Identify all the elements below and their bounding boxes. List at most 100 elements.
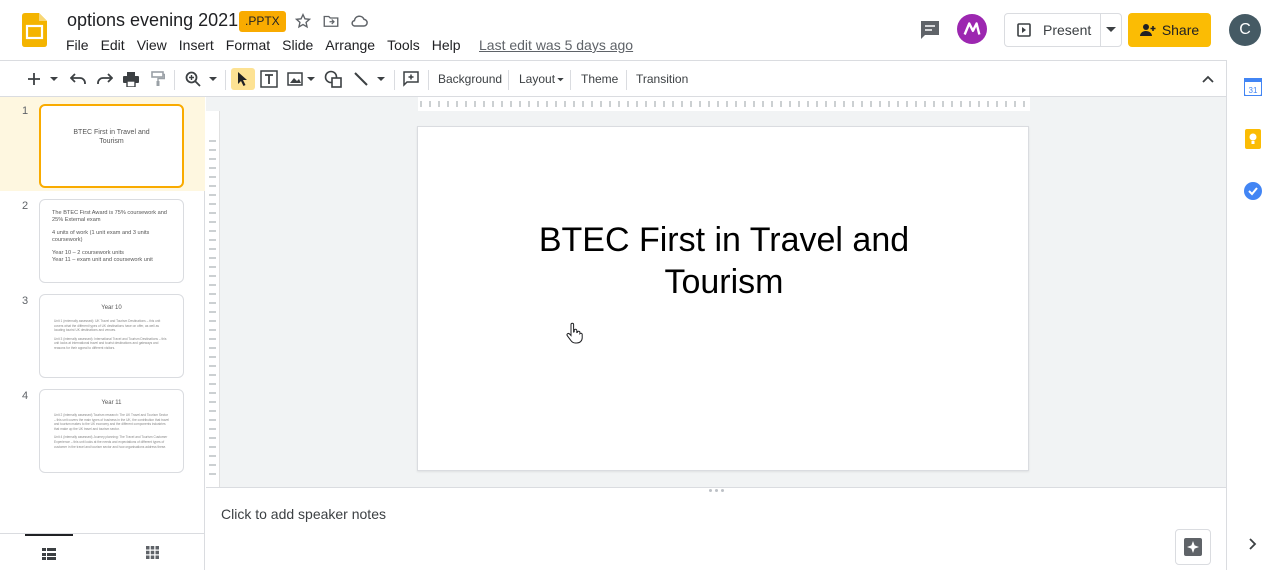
speaker-notes-placeholder[interactable]: Click to add speaker notes — [221, 506, 386, 522]
present-icon — [1017, 23, 1031, 37]
menu-file[interactable]: File — [66, 37, 89, 53]
thumb-title: Year 11 — [101, 400, 122, 406]
menu-view[interactable]: View — [137, 37, 167, 53]
explore-button[interactable] — [1175, 529, 1211, 565]
vertical-ruler[interactable] — [206, 111, 220, 487]
comments-icon[interactable] — [918, 18, 942, 42]
menu-bar: File Edit View Insert Format Slide Arran… — [66, 37, 473, 53]
paint-format-icon[interactable] — [147, 68, 169, 90]
toolbar: Background Layout Theme Transition — [0, 60, 1226, 97]
present-dropdown-icon[interactable] — [1101, 14, 1121, 46]
slide-number: 2 — [22, 200, 29, 212]
move-folder-icon[interactable] — [320, 10, 342, 32]
new-slide-icon[interactable] — [26, 68, 42, 90]
menu-insert[interactable]: Insert — [179, 37, 214, 53]
filmstrip-slide-4[interactable]: 4 Year 11 Unit 2 (internally assessed) T… — [0, 382, 205, 476]
header: options evening 2021 .PPTX File Edit Vie… — [0, 0, 1280, 60]
person-icon — [1139, 24, 1156, 36]
thumb-bullet: Unit 3 (internally assessed): Internatio… — [54, 336, 167, 350]
slide-title[interactable]: BTEC First in Travel and Tourism — [518, 219, 930, 303]
slides-logo-icon[interactable] — [22, 13, 47, 47]
thumb-bullet: Unit 2 (internally assessed) Tourism res… — [54, 413, 169, 431]
layout-button[interactable]: Layout — [519, 71, 564, 87]
explore-icon — [1184, 538, 1202, 556]
present-button[interactable]: Present — [1004, 13, 1122, 47]
slide-number: 4 — [22, 390, 29, 402]
add-comment-icon[interactable] — [400, 68, 422, 90]
filmstrip-footer — [0, 533, 205, 570]
share-label: Share — [1161, 22, 1200, 38]
slide-thumbnail[interactable]: Year 10 Unit 1 (externally assessed): UK… — [39, 294, 184, 378]
slide-canvas[interactable]: BTEC First in Travel and Tourism — [417, 126, 1029, 471]
cloud-status-icon[interactable] — [348, 10, 370, 32]
slide-thumbnail[interactable]: BTEC First in Travel and Tourism — [39, 104, 184, 188]
zoom-dropdown-icon[interactable] — [207, 68, 219, 90]
undo-icon[interactable] — [67, 68, 89, 90]
thumb-title: Year 10 — [101, 305, 122, 311]
tasks-icon[interactable] — [1243, 181, 1263, 201]
hand-cursor-icon — [565, 322, 583, 349]
image-icon[interactable] — [285, 68, 305, 90]
star-icon[interactable] — [292, 10, 314, 32]
menu-edit[interactable]: Edit — [101, 37, 125, 53]
layout-dropdown-icon — [557, 77, 564, 82]
background-button[interactable]: Background — [438, 71, 502, 87]
thumb-bullet: Unit 4 (internally assessed) Journey pla… — [54, 435, 168, 449]
notes-resize-handle[interactable] — [706, 489, 726, 493]
thumb-line: Year 11 – exam unit and coursework unit — [52, 257, 153, 263]
image-dropdown-icon[interactable] — [305, 68, 317, 90]
toolbar-divider — [570, 70, 571, 90]
menu-format[interactable]: Format — [226, 37, 270, 53]
thumb-line: 4 units of work (1 unit exam and 3 units… — [52, 230, 150, 243]
last-edit-link[interactable]: Last edit was 5 days ago — [479, 37, 633, 53]
menu-arrange[interactable]: Arrange — [325, 37, 375, 53]
calendar-icon[interactable]: 31 — [1243, 77, 1263, 97]
select-tool-icon[interactable] — [231, 68, 255, 90]
menu-slide[interactable]: Slide — [282, 37, 313, 53]
filmstrip-slide-3[interactable]: 3 Year 10 Unit 1 (externally assessed): … — [0, 287, 205, 381]
toolbar-divider — [394, 70, 395, 90]
slide-thumbnail[interactable]: The BTEC First Award is 75% coursework a… — [39, 199, 184, 283]
filmstrip-slide-1[interactable]: 1 BTEC First in Travel and Tourism — [0, 97, 205, 191]
share-button[interactable]: Share — [1128, 13, 1211, 47]
svg-text:31: 31 — [1249, 86, 1258, 95]
line-icon[interactable] — [350, 68, 372, 90]
extension-icon[interactable] — [957, 14, 987, 44]
thumb-title: BTEC First in Travel and Tourism — [73, 129, 150, 145]
toolbar-divider — [174, 70, 175, 90]
side-panel: 31 — [1226, 60, 1280, 570]
avatar[interactable]: C — [1229, 14, 1261, 46]
filmstrip-view-icon[interactable] — [25, 534, 73, 570]
document-title[interactable]: options evening 2021 — [67, 10, 238, 31]
present-label: Present — [1043, 22, 1092, 38]
slide-thumbnail[interactable]: Year 11 Unit 2 (internally assessed) Tou… — [39, 389, 184, 473]
toolbar-divider — [225, 70, 226, 90]
print-icon[interactable] — [120, 68, 142, 90]
speaker-notes[interactable]: Click to add speaker notes — [206, 487, 1226, 570]
toolbar-divider — [626, 70, 627, 90]
redo-icon[interactable] — [94, 68, 116, 90]
zoom-icon[interactable] — [182, 68, 204, 90]
transition-button[interactable]: Transition — [636, 71, 688, 87]
show-side-panel-icon[interactable] — [1243, 534, 1263, 554]
menu-help[interactable]: Help — [432, 37, 461, 53]
line-dropdown-icon[interactable] — [375, 68, 387, 90]
menu-tools[interactable]: Tools — [387, 37, 420, 53]
slide-number: 1 — [22, 105, 29, 117]
grid-view-icon[interactable] — [128, 534, 176, 570]
keep-icon[interactable] — [1243, 129, 1263, 149]
slide-editor: BTEC First in Travel and Tourism — [206, 97, 1226, 487]
shape-icon[interactable] — [322, 68, 344, 90]
toolbar-divider — [508, 70, 509, 90]
theme-button[interactable]: Theme — [581, 71, 618, 87]
horizontal-ruler[interactable] — [206, 97, 1226, 111]
filmstrip-slide-2[interactable]: 2 The BTEC First Award is 75% coursework… — [0, 192, 205, 286]
filmstrip: 1 BTEC First in Travel and Tourism 2 The… — [0, 97, 205, 570]
new-slide-dropdown-icon[interactable] — [48, 68, 60, 90]
collapse-menus-icon[interactable] — [1198, 68, 1218, 90]
text-box-icon[interactable] — [258, 68, 280, 90]
thumb-bullet: Unit 1 (externally assessed): UK Travel … — [54, 319, 161, 333]
thumb-line: The BTEC First Award is 75% coursework a… — [52, 210, 167, 223]
toolbar-divider — [428, 70, 429, 90]
present-main[interactable]: Present — [1005, 14, 1101, 46]
